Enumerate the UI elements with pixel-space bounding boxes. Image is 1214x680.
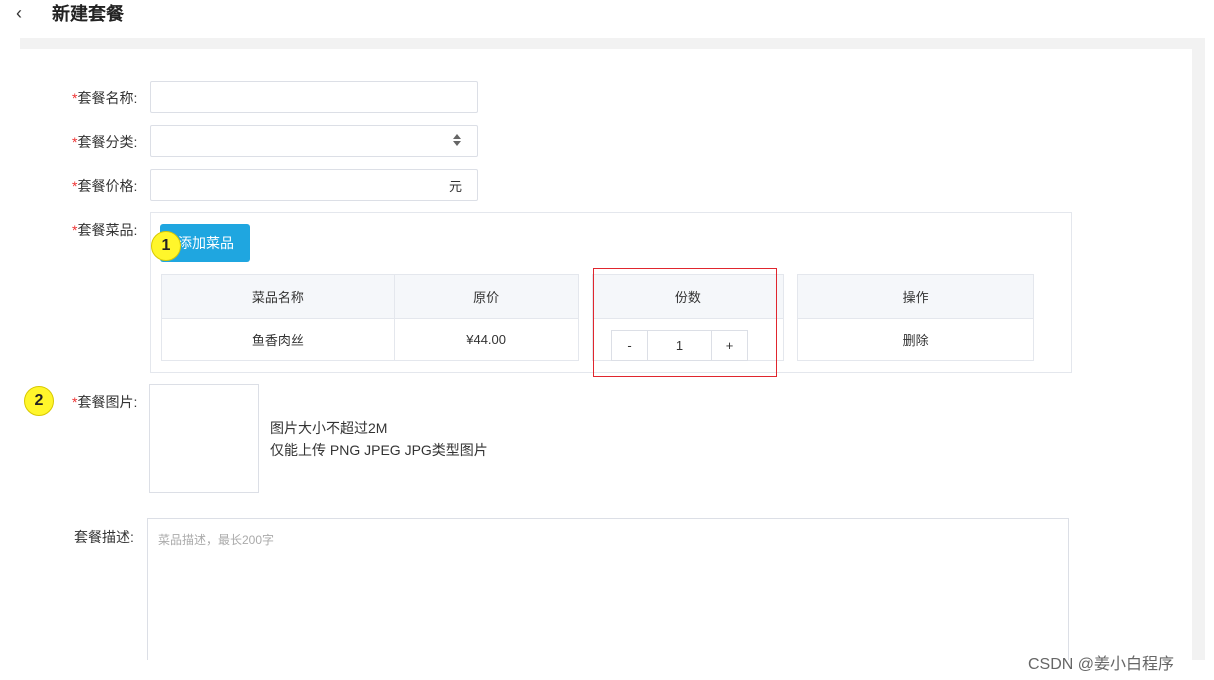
image-upload-area[interactable] <box>149 384 259 493</box>
decrease-button[interactable]: - <box>612 331 648 360</box>
price-label: *套餐价格: <box>72 178 138 194</box>
column-gap <box>577 274 593 319</box>
table-header-row: 菜品名称 原价 份数 操作 <box>161 274 1034 319</box>
description-textarea[interactable] <box>147 518 1069 660</box>
dish-table: 菜品名称 原价 份数 操作 鱼香肉丝 ¥44.00 删除 <box>161 274 1034 361</box>
right-scroll-track <box>1192 38 1205 660</box>
name-label: *套餐名称: <box>72 90 138 106</box>
column-header-price: 原价 <box>393 274 579 319</box>
column-header-quantity: 份数 <box>591 274 785 319</box>
dish-name-cell: 鱼香肉丝 <box>161 318 395 361</box>
quantity-value[interactable]: 1 <box>648 331 711 360</box>
annotation-marker-2: 2 <box>24 386 54 416</box>
category-label: *套餐分类: <box>72 134 138 150</box>
column-header-name: 菜品名称 <box>161 274 395 319</box>
upload-type-tip: 仅能上传 PNG JPEG JPG类型图片 <box>270 442 488 458</box>
delete-dish-link[interactable]: 删除 <box>797 318 1034 361</box>
description-label: 套餐描述: <box>74 529 134 545</box>
setmeal-name-input[interactable] <box>150 81 478 113</box>
column-gap <box>577 318 593 361</box>
page-title: 新建套餐 <box>52 4 124 24</box>
column-header-action: 操作 <box>797 274 1034 319</box>
column-gap <box>783 318 799 361</box>
column-gap <box>783 274 799 319</box>
image-label: *套餐图片: <box>72 394 138 410</box>
top-divider-bar <box>20 38 1205 49</box>
annotation-marker-1: 1 <box>151 231 181 261</box>
increase-button[interactable]: + <box>711 331 747 360</box>
watermark-text: CSDN @姜小白程序 <box>1028 656 1175 673</box>
select-sort-icon[interactable] <box>452 133 462 147</box>
setmeal-category-select[interactable] <box>150 125 478 157</box>
setmeal-price-input[interactable] <box>150 169 478 201</box>
upload-size-tip: 图片大小不超过2M <box>270 420 388 436</box>
dishes-label: *套餐菜品: <box>72 222 138 238</box>
dish-price-cell: ¥44.00 <box>393 318 579 361</box>
quantity-stepper[interactable]: - 1 + <box>611 330 748 361</box>
table-row: 鱼香肉丝 ¥44.00 删除 <box>161 318 1034 361</box>
price-unit-suffix: 元 <box>449 179 463 194</box>
page-header: ‹ 新建套餐 <box>0 0 1214 32</box>
back-chevron-icon[interactable]: ‹ <box>16 3 22 23</box>
